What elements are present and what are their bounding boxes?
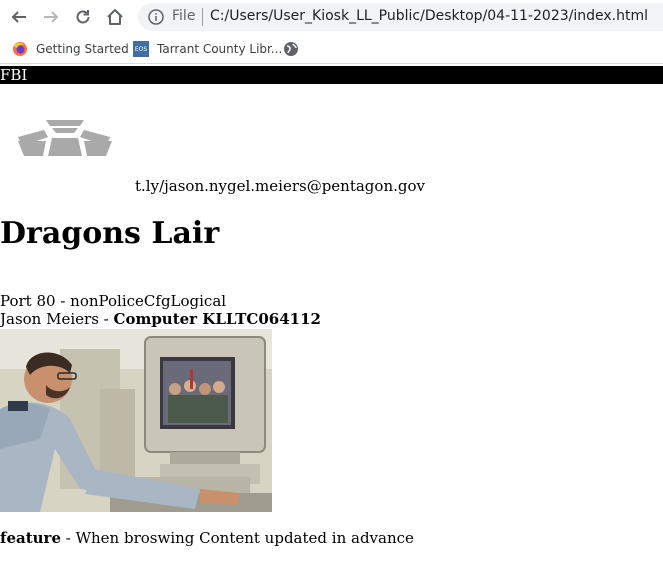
- bookmark-label: Getting Started: [36, 42, 129, 56]
- feature-line: feature - When broswing Content updated …: [0, 529, 414, 547]
- bookmark-label: Tarrant County Libr...: [157, 42, 283, 56]
- firefox-icon: [13, 42, 27, 56]
- url-scheme: File: [172, 8, 196, 24]
- author-line: Jason Meiers - Computer KLLTC064112: [0, 310, 321, 328]
- computer-id: Computer KLLTC064112: [113, 310, 321, 328]
- page-title: Dragons Lair: [0, 216, 220, 251]
- officer-at-computer-photo: [0, 329, 272, 512]
- author-name: Jason Meiers -: [0, 310, 114, 328]
- bookmark-getting-started[interactable]: Getting Started: [12, 39, 129, 59]
- bookmarks-bar: Getting Started EOS Tarrant County Libr.…: [0, 34, 663, 64]
- eos-icon: EOS: [133, 41, 149, 57]
- reload-icon: [76, 10, 90, 24]
- pentagon-logo: [16, 120, 114, 162]
- home-icon: [107, 9, 123, 25]
- url-separator: [202, 8, 203, 26]
- forward-button[interactable]: [38, 4, 64, 30]
- forward-arrow-icon: [44, 11, 59, 23]
- bookmark-globe[interactable]: [283, 39, 307, 59]
- bookmark-tarrant-county[interactable]: EOS Tarrant County Libr...: [133, 39, 282, 59]
- feature-label: feature: [0, 529, 61, 547]
- browser-toolbar: File C:/Users/User_Kiosk_LL_Public/Deskt…: [0, 0, 663, 34]
- email-link[interactable]: t.ly/jason.nygel.meiers@pentagon.gov: [135, 177, 425, 195]
- back-button[interactable]: [6, 4, 32, 30]
- globe-icon: [284, 42, 298, 56]
- info-icon[interactable]: [148, 9, 164, 25]
- port-line: Port 80 - nonPoliceCfgLogical: [0, 292, 227, 310]
- back-arrow-icon: [11, 11, 26, 23]
- url-text[interactable]: C:/Users/User_Kiosk_LL_Public/Desktop/04…: [210, 8, 648, 24]
- address-bar[interactable]: File C:/Users/User_Kiosk_LL_Public/Deskt…: [138, 3, 663, 31]
- home-button[interactable]: [102, 4, 128, 30]
- feature-text: - When broswing Content updated in advan…: [61, 529, 414, 547]
- reload-button[interactable]: [70, 4, 96, 30]
- fbi-header-bar: FBI: [0, 66, 663, 84]
